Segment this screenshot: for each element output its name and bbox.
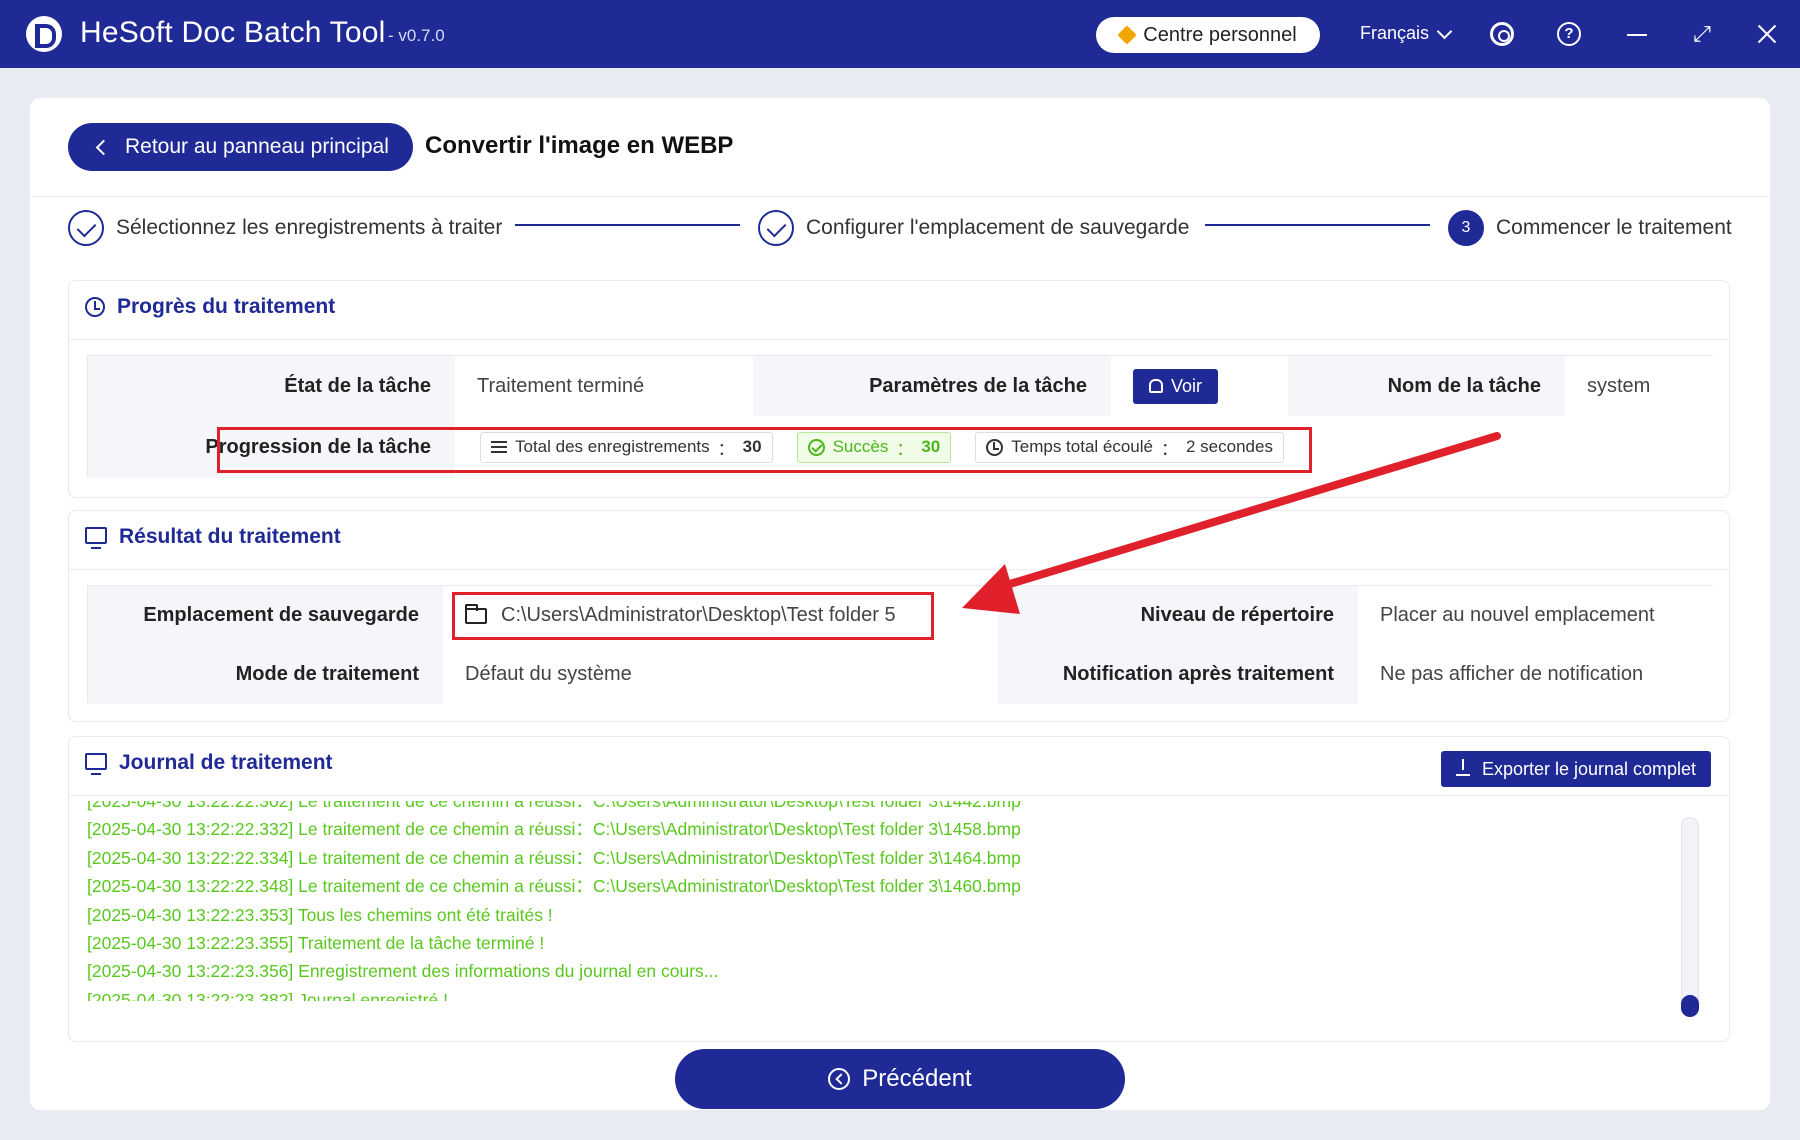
log-line: [2025-04-30 13:22:23.353] Tous les chemi… bbox=[87, 904, 553, 925]
processing-mode-value: Défaut du système bbox=[443, 645, 998, 704]
log-scrollbar[interactable] bbox=[1681, 817, 1699, 1017]
save-location-label: Emplacement de sauvegarde bbox=[88, 586, 443, 645]
processing-mode-label: Mode de traitement bbox=[88, 645, 443, 704]
export-log-button[interactable]: Exporter le journal complet bbox=[1441, 751, 1711, 787]
step-connector bbox=[515, 224, 740, 226]
title-bar: HeSoft Doc Batch Tool - v0.7.0 Centre pe… bbox=[0, 0, 1800, 68]
scrollbar-thumb[interactable] bbox=[1681, 995, 1699, 1017]
back-label: Retour au panneau principal bbox=[125, 135, 389, 158]
directory-level-value: Placer au nouvel emplacement bbox=[1358, 586, 1714, 645]
chevron-down-icon bbox=[1436, 23, 1453, 39]
log-line: [2025-04-30 13:22:23.382] Journal enregi… bbox=[87, 989, 448, 1001]
progress-section-header: Progrès du traitement bbox=[85, 295, 335, 319]
log-section-header: Journal de traitement bbox=[85, 751, 333, 775]
personal-center-label: Centre personnel bbox=[1143, 23, 1297, 46]
divider bbox=[30, 196, 1770, 197]
gear-icon[interactable] bbox=[1490, 22, 1514, 46]
step-1: Sélectionnez les enregistrements à trait… bbox=[68, 208, 502, 248]
chevron-left-icon bbox=[95, 139, 112, 155]
back-to-main-button[interactable]: Retour au panneau principal bbox=[68, 123, 413, 171]
monitor-icon bbox=[85, 753, 107, 775]
clock-icon bbox=[85, 297, 105, 317]
view-params-button[interactable]: Voir bbox=[1133, 368, 1218, 404]
log-line: [2025-04-30 13:22:22.334] Le traitement … bbox=[87, 847, 1021, 868]
result-section: Résultat du traitement Emplacement de sa… bbox=[68, 510, 1730, 722]
step-number: 3 bbox=[1448, 210, 1484, 246]
check-circle-icon bbox=[68, 210, 104, 246]
view-label: Voir bbox=[1170, 375, 1203, 396]
main-panel: Retour au panneau principal Convertir l'… bbox=[30, 98, 1770, 1110]
close-icon[interactable] bbox=[1755, 22, 1779, 46]
progress-section: Progrès du traitement État de la tâche T… bbox=[68, 280, 1730, 498]
divider bbox=[69, 339, 1729, 340]
language-selector[interactable]: Français bbox=[1360, 23, 1453, 44]
divider bbox=[69, 569, 1729, 570]
personal-center-button[interactable]: Centre personnel bbox=[1096, 17, 1320, 53]
section-title: Journal de traitement bbox=[119, 751, 333, 774]
app-version: - v0.7.0 bbox=[388, 26, 445, 45]
maximize-icon[interactable]: ⤢ bbox=[1690, 22, 1714, 46]
log-line: [2025-04-30 13:22:22.348] Le traitement … bbox=[87, 876, 1021, 897]
step-2: Configurer l'emplacement de sauvegarde bbox=[758, 208, 1189, 248]
directory-level-label: Niveau de répertoire bbox=[998, 586, 1358, 645]
app-logo-icon bbox=[26, 16, 62, 52]
task-state-label: État de la tâche bbox=[88, 356, 455, 416]
log-output: [2025-04-30 13:22:22.302] Le traitement … bbox=[87, 801, 1677, 1001]
log-section: Journal de traitement Exporter le journa… bbox=[68, 736, 1730, 1042]
log-line: [2025-04-30 13:22:23.355] Traitement de … bbox=[87, 932, 545, 953]
task-state-value: Traitement terminé bbox=[455, 356, 753, 416]
task-name-value: system bbox=[1565, 356, 1714, 416]
result-section-header: Résultat du traitement bbox=[85, 525, 341, 549]
step-3: 3 Commencer le traitement bbox=[1448, 208, 1732, 248]
step-label: Sélectionnez les enregistrements à trait… bbox=[116, 216, 503, 239]
log-line: [2025-04-30 13:22:23.356] Enregistrement… bbox=[87, 961, 719, 982]
diamond-icon bbox=[1117, 25, 1137, 45]
step-label: Commencer le traitement bbox=[1496, 216, 1732, 239]
previous-button[interactable]: Précédent bbox=[675, 1049, 1125, 1109]
page-title: Convertir l'image en WEBP bbox=[425, 132, 734, 159]
alarm-icon bbox=[1148, 379, 1163, 393]
section-title: Résultat du traitement bbox=[119, 525, 341, 548]
notification-value: Ne pas afficher de notification bbox=[1358, 645, 1714, 704]
check-circle-icon bbox=[758, 210, 794, 246]
task-params-value: Voir bbox=[1111, 356, 1288, 416]
minimize-icon[interactable] bbox=[1625, 22, 1649, 46]
highlight-box bbox=[217, 427, 1312, 473]
log-line: [2025-04-30 13:22:22.332] Le traitement … bbox=[87, 819, 1021, 840]
notification-label: Notification après traitement bbox=[998, 645, 1358, 704]
download-icon bbox=[1455, 759, 1470, 776]
section-title: Progrès du traitement bbox=[117, 295, 336, 318]
divider bbox=[69, 795, 1729, 796]
step-label: Configurer l'emplacement de sauvegarde bbox=[806, 216, 1190, 239]
arrow-left-circle-icon bbox=[828, 1068, 851, 1090]
step-connector bbox=[1205, 224, 1430, 226]
task-params-label: Paramètres de la tâche bbox=[753, 356, 1111, 416]
previous-label: Précédent bbox=[862, 1065, 972, 1092]
task-name-label: Nom de la tâche bbox=[1288, 356, 1565, 416]
language-label: Français bbox=[1360, 23, 1430, 43]
help-icon[interactable]: ? bbox=[1557, 22, 1581, 46]
app-title: HeSoft Doc Batch Tool bbox=[80, 16, 386, 49]
monitor-icon bbox=[85, 527, 107, 549]
highlight-box bbox=[452, 592, 934, 640]
export-label: Exporter le journal complet bbox=[1481, 758, 1697, 779]
log-line: [2025-04-30 13:22:22.302] Le traitement … bbox=[87, 801, 1021, 811]
